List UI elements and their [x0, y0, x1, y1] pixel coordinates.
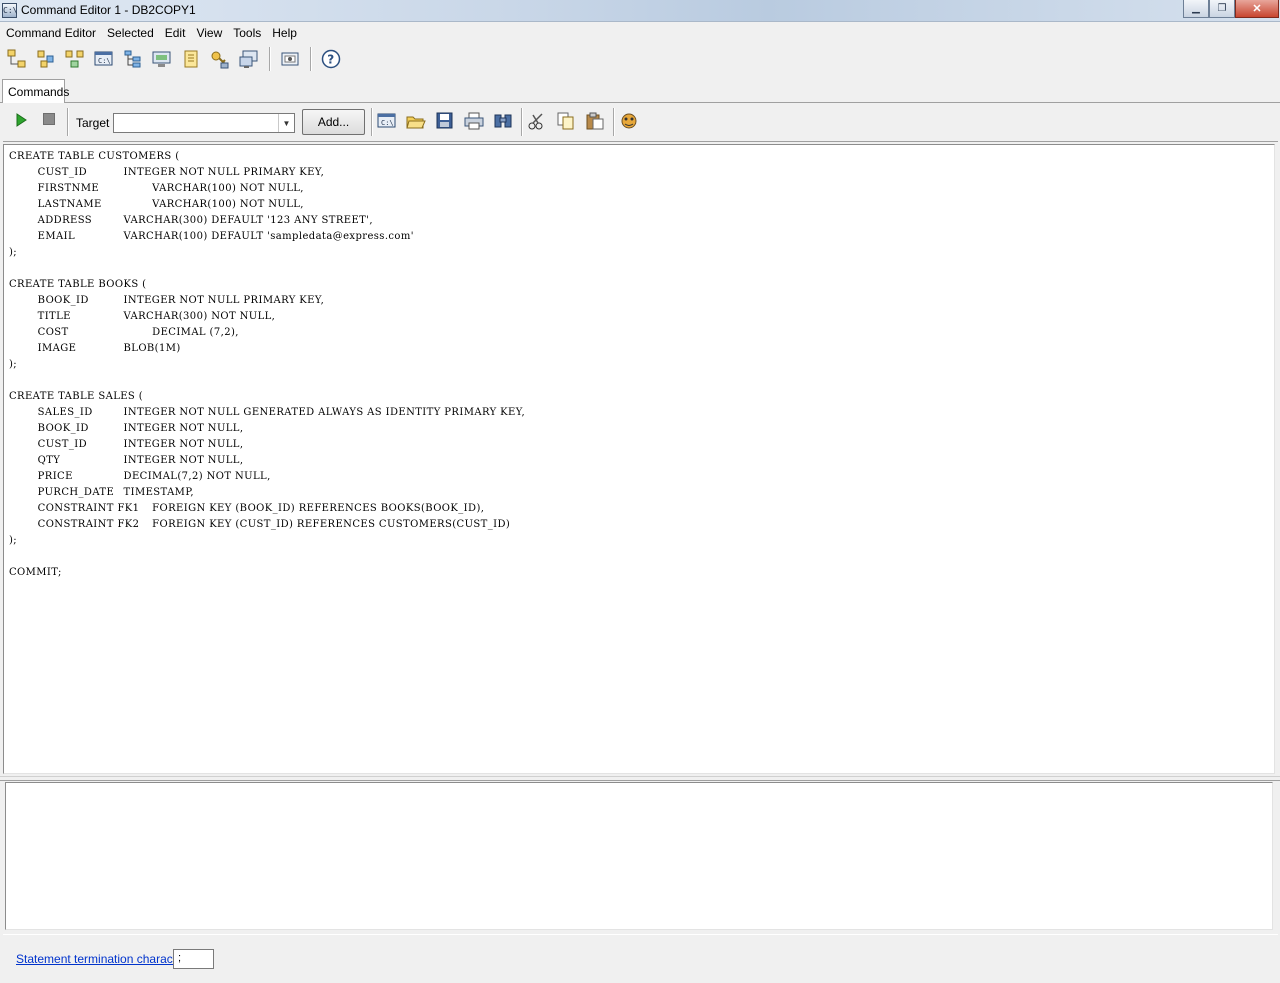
sql-script: CREATE TABLE CUSTOMERS ( CUST_ID INTEGER… — [9, 149, 525, 581]
menu-bar: Command Editor Selected Edit View Tools … — [0, 23, 1280, 43]
control-center-icon[interactable] — [6, 48, 28, 70]
toolbar-separator — [613, 108, 615, 136]
pane-splitter[interactable] — [0, 776, 1280, 781]
menu-selected[interactable]: Selected — [107, 26, 154, 40]
menu-command-editor[interactable]: Command Editor — [6, 26, 96, 40]
code-line: CREATE TABLE BOOKS ( — [9, 279, 147, 290]
code-line: LASTNAME VARCHAR(100) NOT NULL, — [9, 199, 304, 210]
bottom-bar: Statement termination character ; — [3, 934, 1278, 982]
menu-edit[interactable]: Edit — [165, 26, 186, 40]
stop-icon[interactable] — [43, 113, 55, 125]
code-line: CONSTRAINT FK2 FOREIGN KEY (CUST_ID) REF… — [9, 519, 511, 530]
main-toolbar: C:\ ? — [0, 44, 1280, 74]
code-line: PRICE DECIMAL(7,2) NOT NULL, — [9, 471, 271, 482]
toolbar-separator — [310, 47, 312, 71]
run-icon[interactable] — [13, 112, 29, 128]
find-icon[interactable] — [492, 110, 514, 132]
code-line: IMAGE BLOB(1M) — [9, 343, 181, 354]
code-line: ); — [9, 359, 18, 370]
minimize-button[interactable]: ▁ — [1183, 0, 1209, 18]
code-line: BOOK_ID INTEGER NOT NULL PRIMARY KEY, — [9, 295, 325, 306]
help-icon[interactable]: ? — [320, 48, 342, 70]
code-line: CREATE TABLE CUSTOMERS ( — [9, 151, 180, 162]
cut-icon[interactable] — [526, 110, 548, 132]
code-line: TITLE VARCHAR(300) NOT NULL, — [9, 311, 276, 322]
code-line: PURCH_DATE TIMESTAMP, — [9, 487, 195, 498]
code-line: ADDRESS VARCHAR(300) DEFAULT '123 ANY ST… — [9, 215, 373, 226]
code-line: QTY INTEGER NOT NULL, — [9, 455, 244, 466]
command-editor-area[interactable]: CREATE TABLE CUSTOMERS ( CUST_ID INTEGER… — [3, 144, 1275, 774]
code-line: SALES_ID INTEGER NOT NULL GENERATED ALWA… — [9, 407, 526, 418]
satellite-admin-icon[interactable] — [64, 48, 86, 70]
tab-commands[interactable]: Commands — [2, 79, 69, 103]
maximize-button[interactable]: ❐ — [1209, 0, 1235, 18]
code-line: BOOK_ID INTEGER NOT NULL, — [9, 423, 244, 434]
journal-icon[interactable] — [180, 48, 202, 70]
task-center-icon[interactable] — [122, 48, 144, 70]
code-line: CUST_ID INTEGER NOT NULL, — [9, 439, 244, 450]
toolbar-separator — [521, 108, 523, 136]
health-center-icon[interactable] — [151, 48, 173, 70]
visual-explain-icon[interactable] — [618, 110, 640, 132]
paste-icon[interactable] — [584, 110, 606, 132]
code-line: CREATE TABLE SALES ( — [9, 391, 144, 402]
command-window-icon[interactable]: C:\ — [376, 110, 398, 132]
save-icon[interactable] — [434, 110, 456, 132]
close-button[interactable]: ✕ — [1235, 0, 1279, 18]
window-controls: ▁ ❐ ✕ — [1183, 0, 1279, 19]
print-icon[interactable] — [463, 110, 485, 132]
termination-char-field[interactable]: ; — [173, 949, 214, 969]
svg-text:C:\: C:\ — [381, 119, 394, 127]
command-toolbar: Target ▼ Add... C:\ — [3, 104, 1278, 142]
statement-termination-link[interactable]: Statement termination character — [16, 952, 187, 966]
svg-text:?: ? — [327, 53, 334, 67]
add-button[interactable]: Add... — [302, 109, 365, 135]
chevron-down-icon[interactable]: ▼ — [278, 114, 294, 132]
menu-tools[interactable]: Tools — [233, 26, 261, 40]
code-line: CUST_ID INTEGER NOT NULL PRIMARY KEY, — [9, 167, 325, 178]
menu-view[interactable]: View — [196, 26, 222, 40]
code-line: COST DECIMAL (7,2), — [9, 327, 239, 338]
toolbar-separator — [269, 47, 271, 71]
code-line: EMAIL VARCHAR(100) DEFAULT 'sampledata@e… — [9, 231, 414, 242]
license-center-icon[interactable] — [209, 48, 231, 70]
replication-center-icon[interactable] — [35, 48, 57, 70]
code-line: ); — [9, 535, 18, 546]
code-line: FIRSTNME VARCHAR(100) NOT NULL, — [9, 183, 304, 194]
target-label: Target — [76, 116, 110, 130]
copy-icon[interactable] — [555, 110, 577, 132]
svg-text:C:\: C:\ — [98, 57, 111, 65]
code-line: COMMIT; — [9, 567, 62, 578]
menu-help[interactable]: Help — [272, 26, 297, 40]
toolbar-separator — [67, 108, 69, 136]
window-title: Command Editor 1 - DB2COPY1 — [21, 3, 196, 17]
title-bar: C:\ Command Editor 1 - DB2COPY1 ▁ ❐ ✕ — [0, 0, 1280, 22]
configuration-assistant-icon[interactable] — [238, 48, 260, 70]
tools-settings-icon[interactable] — [279, 48, 301, 70]
command-editor-icon[interactable]: C:\ — [93, 48, 115, 70]
toolbar-separator — [371, 108, 373, 136]
code-line: CONSTRAINT FK1 FOREIGN KEY (BOOK_ID) REF… — [9, 503, 485, 514]
output-pane[interactable] — [5, 782, 1273, 930]
code-line: ); — [9, 247, 18, 258]
app-icon: C:\ — [2, 3, 17, 18]
target-select[interactable]: ▼ — [113, 113, 295, 133]
tab-strip: Commands — [0, 77, 1280, 103]
open-folder-icon[interactable] — [405, 110, 427, 132]
